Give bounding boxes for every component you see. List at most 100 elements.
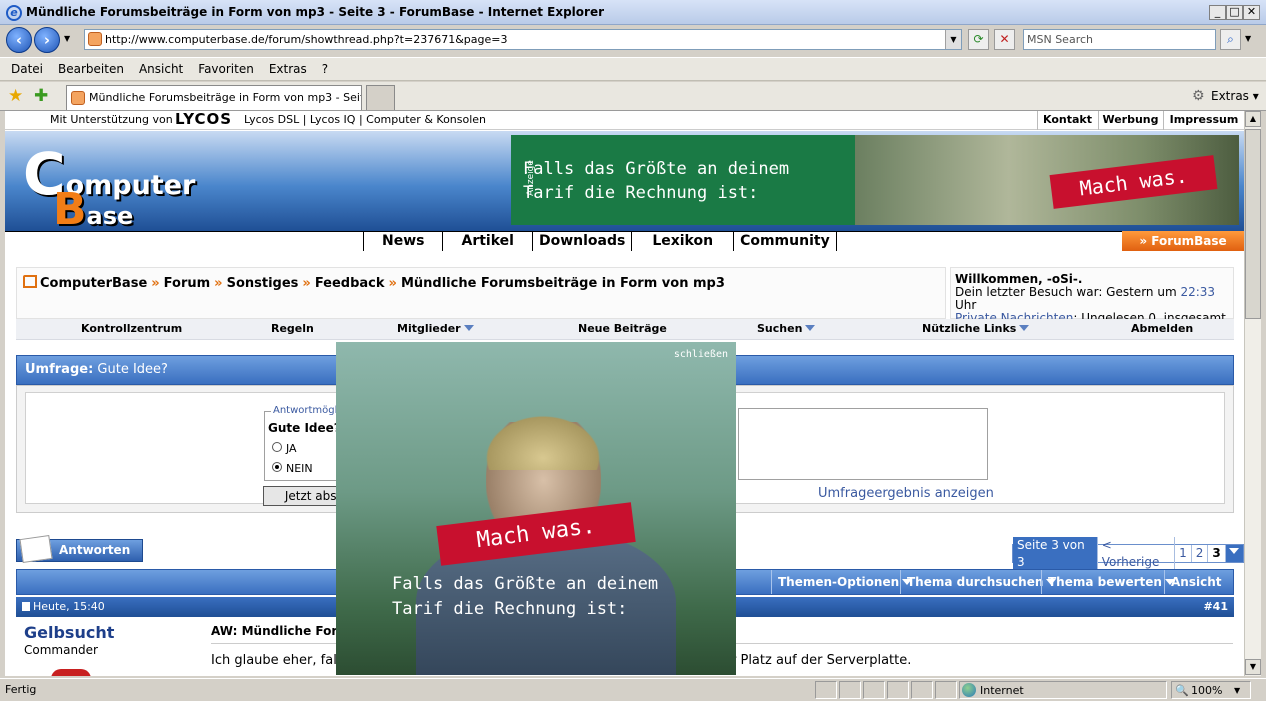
globe-icon bbox=[962, 683, 976, 697]
forward-button[interactable]: › bbox=[34, 27, 60, 53]
kontakt-link[interactable]: Kontakt bbox=[1037, 111, 1097, 130]
nav-lexikon[interactable]: Lexikon bbox=[631, 231, 733, 251]
post-username[interactable]: Gelbsucht bbox=[24, 623, 114, 642]
pager-dropdown-icon[interactable] bbox=[1225, 545, 1243, 562]
nav-neue-beitraege[interactable]: Neue Beiträge bbox=[578, 322, 667, 335]
computerbase-logo-base[interactable]: Base bbox=[53, 184, 133, 231]
refresh-icon[interactable]: ⟳ bbox=[968, 29, 989, 50]
menu-help[interactable]: ? bbox=[322, 58, 328, 81]
maximize-button[interactable]: □ bbox=[1226, 5, 1243, 20]
favorites-star-icon[interactable]: ★ bbox=[8, 86, 23, 106]
address-input[interactable]: http://www.computerbase.de/forum/showthr… bbox=[84, 29, 962, 50]
history-dropdown-icon[interactable]: ▼ bbox=[64, 34, 70, 43]
pager-page-3: 3 bbox=[1208, 545, 1226, 562]
nav-downloads[interactable]: Downloads bbox=[531, 231, 631, 251]
scroll-thumb[interactable] bbox=[1245, 129, 1261, 319]
crumb-forum[interactable]: Forum bbox=[164, 276, 211, 291]
nav-regeln[interactable]: Regeln bbox=[271, 322, 314, 335]
dropdown-icon bbox=[463, 325, 474, 331]
werbung-link[interactable]: Werbung bbox=[1098, 111, 1162, 130]
option-ja[interactable]: JA bbox=[272, 442, 297, 455]
scroll-down-icon[interactable]: ▼ bbox=[1245, 659, 1261, 675]
nav-mitglieder[interactable]: Mitglieder bbox=[397, 322, 474, 335]
scroll-up-icon[interactable]: ▲ bbox=[1245, 111, 1261, 127]
menu-favoriten[interactable]: Favoriten bbox=[198, 58, 254, 81]
nav-nuetzliche-links[interactable]: Nützliche Links bbox=[922, 322, 1030, 335]
reply-button[interactable]: Antworten bbox=[16, 535, 143, 563]
post-number[interactable]: #41 bbox=[1203, 597, 1228, 617]
thread-search[interactable]: Thema durchsuchen bbox=[900, 570, 1062, 594]
crumb-sep: » bbox=[302, 276, 311, 291]
crumb-feedback[interactable]: Feedback bbox=[315, 276, 385, 291]
ie-logo-icon: e bbox=[6, 5, 22, 21]
home-icon[interactable] bbox=[23, 275, 37, 288]
popup-close-link[interactable]: schließen bbox=[674, 349, 728, 360]
zoom-dropdown-icon: ▼ bbox=[1234, 686, 1241, 695]
banner-line1: Falls das Größte an deinem bbox=[523, 159, 790, 179]
popup-photo-hair bbox=[478, 410, 608, 470]
search-options-icon[interactable]: ▼ bbox=[1245, 34, 1251, 43]
menu-datei[interactable]: Datei bbox=[11, 58, 43, 81]
nav-news[interactable]: News bbox=[363, 231, 442, 251]
radio-ja bbox=[272, 442, 282, 452]
crumb-thread: Mündliche Forumsbeiträge in Form von mp3 bbox=[400, 276, 725, 291]
menu-extras[interactable]: Extras bbox=[269, 58, 307, 81]
sponsor-links[interactable]: Lycos DSL | Lycos IQ | Computer & Konsol… bbox=[244, 111, 486, 129]
stop-icon[interactable]: ✕ bbox=[994, 29, 1015, 50]
thread-options[interactable]: Themen-Optionen bbox=[771, 570, 918, 594]
crumb-computerbase[interactable]: ComputerBase bbox=[40, 276, 147, 291]
pager-prev[interactable]: < Vorherige bbox=[1098, 536, 1176, 571]
back-button[interactable]: ‹ bbox=[6, 27, 32, 53]
search-input[interactable]: MSN Search bbox=[1023, 29, 1216, 50]
crumb-sep: » bbox=[214, 276, 223, 291]
breadcrumb: ComputerBase» Forum» Sonstiges» Feedback» Mü… bbox=[16, 267, 946, 319]
welcome-box: Willkommen, -oSi-. Dein letzter Besuch w… bbox=[950, 267, 1234, 338]
new-tab-button[interactable] bbox=[366, 85, 395, 110]
menu-bar: Datei Bearbeiten Ansicht Favoriten Extra… bbox=[0, 57, 1266, 81]
status-bar: Fertig Internet 🔍 100% ▼ bbox=[0, 678, 1266, 701]
status-text: Fertig bbox=[5, 683, 37, 696]
thread-view[interactable]: Ansicht bbox=[1164, 570, 1233, 609]
main-nav: News Artikel Downloads Lexikon Community bbox=[363, 231, 837, 251]
address-dropdown-icon[interactable]: ▼ bbox=[945, 30, 961, 49]
search-go-icon[interactable]: ⌕ bbox=[1220, 29, 1241, 50]
tab-label: Mündliche Forumsbeiträge in Form von mp3… bbox=[89, 91, 361, 104]
pager-page-1[interactable]: 1 bbox=[1175, 545, 1192, 562]
tab-active[interactable]: Mündliche Forumsbeiträge in Form von mp3… bbox=[66, 85, 362, 110]
lycos-logo[interactable]: LYCOS bbox=[175, 111, 232, 128]
title-bar: e Mündliche Forumsbeiträge in Form von m… bbox=[0, 0, 1266, 25]
post-icon bbox=[22, 602, 30, 611]
nav-artikel[interactable]: Artikel bbox=[442, 231, 531, 251]
scrollbar[interactable]: ▲ ▼ bbox=[1244, 111, 1261, 676]
pager-page-2[interactable]: 2 bbox=[1192, 545, 1209, 562]
popup-ad[interactable]: schließen Mach was. Falls das Größte an … bbox=[336, 342, 736, 675]
extras-button[interactable]: Extras ▾ bbox=[1211, 89, 1259, 103]
window-title: Mündliche Forumsbeiträge in Form von mp3… bbox=[26, 5, 605, 19]
thread-rate[interactable]: Thema bewerten bbox=[1041, 570, 1181, 594]
poll-question: Gute Idee? bbox=[268, 421, 341, 435]
nav-community[interactable]: Community bbox=[733, 231, 837, 251]
pagination: Seite 3 von 3 < Vorherige 1 2 3 bbox=[1012, 536, 1244, 571]
forumbase-tab[interactable]: » ForumBase bbox=[1122, 231, 1244, 251]
nav-abmelden[interactable]: Abmelden bbox=[1131, 322, 1193, 335]
nav-kontrollzentrum[interactable]: Kontrollzentrum bbox=[81, 322, 182, 335]
crumb-sonstiges[interactable]: Sonstiges bbox=[227, 276, 299, 291]
banner-ad[interactable]: Anzeige Falls das Größte an deinem Tarif… bbox=[511, 135, 1239, 225]
poll-result-link[interactable]: Umfrageergebnis anzeigen bbox=[818, 486, 994, 501]
nav-suchen[interactable]: Suchen bbox=[757, 322, 816, 335]
close-window-button[interactable]: ✕ bbox=[1243, 5, 1260, 20]
add-favorite-icon[interactable]: ✚ bbox=[34, 86, 48, 106]
zoom-control[interactable]: 🔍 100% ▼ bbox=[1171, 681, 1251, 699]
avatar bbox=[51, 669, 91, 676]
option-nein[interactable]: NEIN bbox=[272, 462, 313, 475]
minimize-button[interactable]: _ bbox=[1209, 5, 1226, 20]
menu-ansicht[interactable]: Ansicht bbox=[139, 58, 183, 81]
zoom-icon: 🔍 bbox=[1175, 684, 1189, 697]
gear-icon[interactable]: ⚙ bbox=[1192, 88, 1205, 104]
forum-navbar: Kontrollzentrum Regeln Mitglieder Neue B… bbox=[16, 319, 1234, 340]
zone-indicator: Internet bbox=[959, 681, 1167, 699]
menu-bearbeiten[interactable]: Bearbeiten bbox=[58, 58, 124, 81]
tab-favicon-icon bbox=[71, 91, 85, 105]
crumb-sep: » bbox=[388, 276, 397, 291]
impressum-link[interactable]: Impressum bbox=[1163, 111, 1244, 130]
